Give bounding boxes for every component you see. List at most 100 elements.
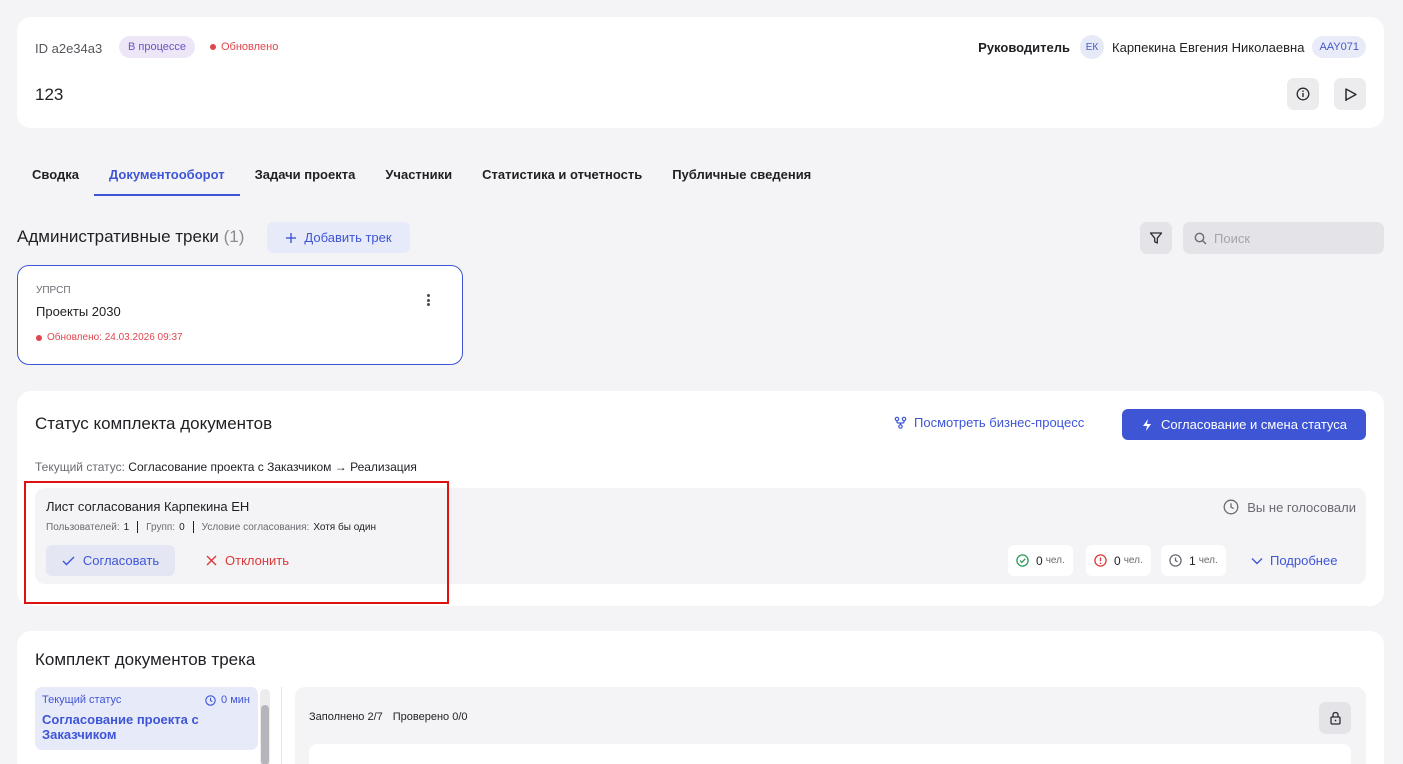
- info-icon: [1296, 87, 1310, 101]
- clock-icon: [1169, 554, 1182, 567]
- approval-sheet: Лист согласования Карпекина ЕН Пользоват…: [35, 488, 1366, 584]
- rejected-counter: 0 чел.: [1086, 545, 1151, 576]
- stage-time-text: 0 мин: [221, 694, 250, 706]
- track-org: УПРСП: [36, 285, 71, 296]
- documents-list-area: [309, 744, 1351, 764]
- docs-divider: [281, 687, 282, 764]
- tab-statistics[interactable]: Статистика и отчетность: [467, 158, 657, 196]
- search-input[interactable]: [1214, 230, 1374, 246]
- checked-stat: Проверено 0/0: [392, 711, 468, 723]
- groups-label: Групп:: [146, 521, 176, 533]
- stage-name: Согласование проекта с Заказчиком: [42, 712, 199, 742]
- pending-counter: 1 чел.: [1161, 545, 1226, 576]
- check-circle-icon: [1016, 554, 1029, 567]
- bp-link-label: Посмотреть бизнес-процесс: [914, 415, 1085, 430]
- stage-time: 0 мин: [205, 694, 250, 706]
- project-id: ID a2e34a3: [35, 41, 103, 56]
- send-button[interactable]: [1334, 78, 1366, 110]
- rejected-count: 0: [1114, 553, 1121, 568]
- updated-dot-icon: [210, 44, 216, 50]
- details-label: Подробнее: [1270, 553, 1338, 568]
- clock-icon: [1223, 499, 1239, 515]
- stage-label: Текущий статус: [42, 694, 122, 706]
- track-updated-text: Обновлено: 24.03.2026 09:37: [47, 332, 183, 343]
- filled-stat: Заполнено 2/7: [309, 711, 383, 723]
- manager-code-badge: AAY071: [1312, 36, 1366, 58]
- approved-unit: чел.: [1045, 555, 1065, 566]
- reject-label: Отклонить: [225, 553, 290, 568]
- search-box[interactable]: [1183, 222, 1384, 254]
- tab-summary[interactable]: Сводка: [17, 158, 94, 196]
- close-icon: [206, 555, 217, 566]
- clock-icon: [205, 694, 216, 706]
- check-icon: [62, 556, 75, 565]
- tab-public-info[interactable]: Публичные сведения: [657, 158, 826, 196]
- tab-bar: Сводка Документооборот Задачи проекта Уч…: [17, 158, 826, 198]
- approval-sheet-title: Лист согласования Карпекина ЕН: [46, 499, 250, 514]
- pending-count: 1: [1189, 553, 1196, 568]
- add-track-label: Добавить трек: [304, 230, 392, 245]
- track-documents-card: Комплект документов трека Текущий статус…: [17, 631, 1384, 764]
- info-button[interactable]: [1287, 78, 1319, 110]
- filter-icon: [1149, 232, 1163, 244]
- search-icon: [1194, 232, 1207, 244]
- current-status-value: Согласование проекта с Заказчиком → Реал…: [128, 460, 417, 474]
- meta-divider: [137, 521, 139, 533]
- alert-circle-icon: [1094, 554, 1107, 567]
- tab-project-tasks[interactable]: Задачи проекта: [240, 158, 371, 196]
- avatar[interactable]: ЕК: [1080, 35, 1105, 59]
- status-badge: В процессе: [119, 36, 195, 58]
- current-status-label: Текущий статус:: [35, 460, 125, 474]
- users-value: 1: [123, 521, 130, 533]
- status-section-title: Статус комплекта документов: [35, 414, 273, 433]
- rejected-unit: чел.: [1123, 555, 1143, 566]
- more-menu-icon[interactable]: [424, 292, 432, 308]
- admin-tracks-count: (1): [223, 227, 245, 246]
- manager-info: Руководитель ЕК Карпекина Евгения Никола…: [978, 35, 1366, 59]
- approval-and-status-change-button[interactable]: Согласование и смена статуса: [1122, 409, 1366, 440]
- chevron-down-icon: [1251, 557, 1263, 564]
- page-title: 123: [35, 85, 64, 104]
- document-status-card: Статус комплекта документов Посмотреть б…: [17, 391, 1384, 606]
- details-link[interactable]: Подробнее: [1251, 545, 1337, 576]
- docs-stats: Заполнено 2/7 Проверено 0/0: [309, 711, 468, 723]
- docs-section-title: Комплект документов трека: [35, 650, 256, 669]
- send-flag-icon: [1344, 87, 1357, 101]
- plus-icon: [286, 232, 297, 243]
- view-business-process-link[interactable]: Посмотреть бизнес-процесс: [894, 415, 1084, 430]
- project-header-card: ID a2e34a3 В процессе Обновлено 123 Руко…: [17, 17, 1384, 128]
- approve-label: Согласовать: [82, 553, 160, 568]
- tab-participants[interactable]: Участники: [370, 158, 467, 196]
- meta-divider: [192, 521, 194, 533]
- users-label: Пользователей:: [46, 521, 120, 533]
- groups-value: 0: [179, 521, 185, 533]
- updated-dot-icon: [36, 334, 42, 341]
- flow-icon: [894, 416, 907, 429]
- lock-icon: [1329, 711, 1341, 725]
- admin-tracks-title: Административные треки (1): [17, 227, 244, 247]
- vote-status-text: Вы не голосовали: [1247, 499, 1356, 515]
- manager-label: Руководитель: [978, 39, 1071, 55]
- documents-panel: Заполнено 2/7 Проверено 0/0: [295, 687, 1366, 764]
- stage-list-item[interactable]: Текущий статус 0 мин Согласование проект…: [35, 687, 258, 750]
- admin-tracks-title-text: Административные треки: [17, 227, 219, 246]
- track-card[interactable]: УПРСП Проекты 2030 Обновлено: 24.03.2026…: [17, 265, 463, 365]
- lightning-icon: [1142, 418, 1151, 431]
- vote-status: Вы не голосовали: [1223, 499, 1356, 515]
- manager-name[interactable]: Карпекина Евгения Николаевна: [1112, 40, 1304, 55]
- updated-label: Обновлено: [221, 41, 279, 53]
- approved-count: 0: [1036, 553, 1043, 568]
- stage-scrollbar-thumb[interactable]: [261, 705, 269, 764]
- approval-sheet-meta: Пользователей: 1 Групп: 0 Условие соглас…: [46, 521, 376, 533]
- reject-button[interactable]: Отклонить: [206, 545, 289, 576]
- approved-counter: 0 чел.: [1008, 545, 1073, 576]
- track-updated: Обновлено: 24.03.2026 09:37: [36, 332, 183, 343]
- condition-value: Хотя бы один: [313, 521, 376, 533]
- tab-document-flow[interactable]: Документооборот: [93, 158, 240, 196]
- filter-button[interactable]: [1140, 222, 1172, 254]
- approve-button[interactable]: Согласовать: [46, 545, 175, 576]
- lock-button[interactable]: [1319, 702, 1351, 734]
- pending-unit: чел.: [1198, 555, 1218, 566]
- add-track-button[interactable]: Добавить трек: [267, 222, 410, 253]
- updated-indicator: Обновлено: [210, 41, 278, 53]
